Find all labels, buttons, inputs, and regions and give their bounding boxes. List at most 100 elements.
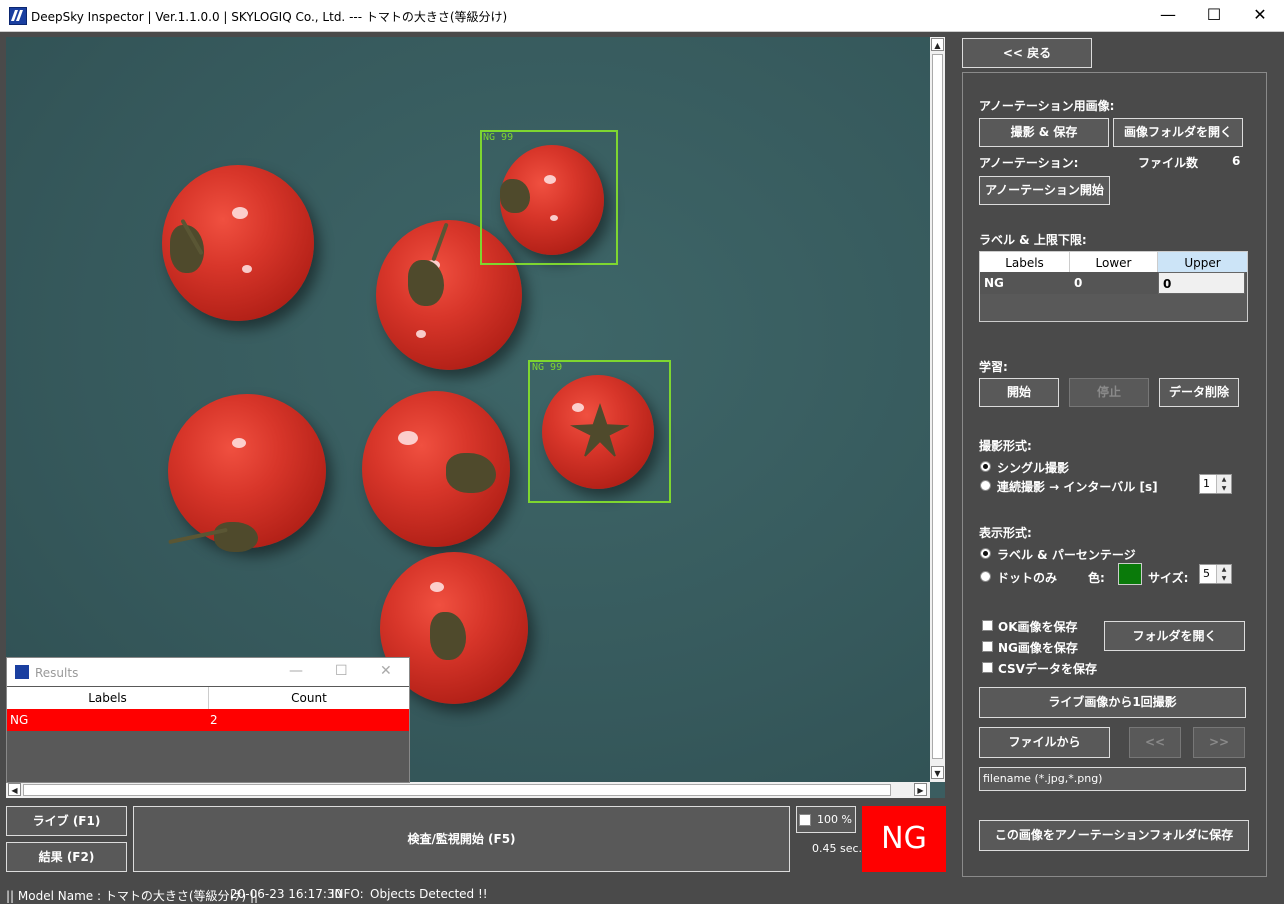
label-percentage-radio[interactable] <box>980 548 991 559</box>
annotation-start-button[interactable]: アノーテーション開始 <box>979 176 1110 205</box>
prev-image-button[interactable]: << <box>1129 727 1181 758</box>
next-image-button[interactable]: >> <box>1193 727 1245 758</box>
stepper-up-icon[interactable]: ▲ <box>1216 475 1231 484</box>
single-capture-radio[interactable] <box>980 461 991 472</box>
save-ok-label: OK画像を保存 <box>998 620 1078 634</box>
display-mode-heading: 表示形式: <box>979 526 1032 540</box>
label-percentage-label: ラベル & パーセンテージ <box>997 548 1136 562</box>
minimize-button[interactable]: — <box>1145 0 1191 31</box>
label-limits-heading: ラベル & 上限下限: <box>979 233 1087 247</box>
model-name: || Model Name : トマトの大きさ(等級分け) || <box>6 889 259 903</box>
grid-cell-upper[interactable]: 0 <box>1158 272 1245 294</box>
close-button[interactable]: ✕ <box>1237 0 1283 31</box>
train-stop-button[interactable]: 停止 <box>1069 378 1149 407</box>
status-timestamp: 20-06-23 16:17:30 <box>230 887 343 901</box>
size-label: サイズ: <box>1148 571 1189 585</box>
inspect-start-button[interactable]: 検査/監視開始 (F5) <box>133 806 790 872</box>
scroll-left-arrow-icon[interactable]: ◀ <box>8 783 21 796</box>
title-bar: DeepSky Inspector | Ver.1.1.0.0 | SKYLOG… <box>0 0 1284 32</box>
save-csv-checkbox[interactable] <box>982 662 993 673</box>
close-button[interactable]: ✕ <box>380 663 392 679</box>
annotation-image-heading: アノーテーション用画像: <box>979 99 1115 113</box>
scroll-down-arrow-icon[interactable]: ▼ <box>931 766 944 779</box>
interval-stepper[interactable]: 1 ▲ ▼ <box>1199 474 1232 494</box>
live-capture-once-button[interactable]: ライブ画像から1回撮影 <box>979 687 1246 718</box>
app-logo-icon <box>9 7 27 25</box>
capture-save-button[interactable]: 撮影 & 保存 <box>979 118 1109 147</box>
processing-time: 0.45 sec. <box>812 842 863 855</box>
color-label: 色: <box>1088 571 1105 585</box>
annotation-heading: アノーテーション: <box>979 156 1079 170</box>
save-ng-label: NG画像を保存 <box>998 641 1078 655</box>
verdict-badge: NG <box>862 806 946 872</box>
detection-box <box>528 360 671 503</box>
maximize-button[interactable]: ☐ <box>1191 0 1237 31</box>
results-window[interactable]: Results — ☐ ✕ Labels Count NG 2 <box>6 657 410 783</box>
tomato <box>162 165 314 321</box>
save-to-annotation-folder-button[interactable]: この画像をアノーテーションフォルダに保存 <box>979 820 1249 851</box>
scroll-thumb[interactable] <box>23 784 891 796</box>
continuous-capture-label: 連続撮影 → インターバル [s] <box>997 480 1158 494</box>
results-title-bar[interactable]: Results — ☐ ✕ <box>7 658 409 686</box>
label-limits-grid[interactable]: Labels Lower Upper NG 0 0 <box>979 251 1248 322</box>
grid-cell-label[interactable]: NG <box>980 272 1070 294</box>
stepper-up-icon[interactable]: ▲ <box>1216 565 1231 574</box>
zoom-toggle[interactable]: 100 % <box>796 806 856 833</box>
zoom-checkbox[interactable] <box>799 814 811 826</box>
window-title: DeepSky Inspector | Ver.1.1.0.0 | SKYLOG… <box>31 10 508 24</box>
capture-mode-heading: 撮影形式: <box>979 439 1032 453</box>
results-table-header: Labels Count <box>7 687 409 709</box>
live-button[interactable]: ライブ (F1) <box>6 806 127 836</box>
row-count: 2 <box>210 713 218 727</box>
stepper-down-icon[interactable]: ▼ <box>1216 574 1231 583</box>
status-bar: || Model Name : トマトの大きさ(等級分け) || 20-06-2… <box>0 883 1284 904</box>
vertical-scrollbar[interactable]: ▲ ▼ <box>930 37 945 782</box>
grid-cell-lower[interactable]: 0 <box>1070 272 1158 294</box>
app-logo-icon <box>15 665 29 679</box>
column-header-labels: Labels <box>88 691 127 705</box>
results-button[interactable]: 結果 (F2) <box>6 842 127 872</box>
file-count-label: ファイル数 <box>1138 156 1199 170</box>
maximize-button[interactable]: ☐ <box>335 663 348 679</box>
train-start-button[interactable]: 開始 <box>979 378 1059 407</box>
grid-header-upper: Upper <box>1158 252 1247 272</box>
scroll-right-arrow-icon[interactable]: ▶ <box>914 783 927 796</box>
table-row[interactable]: NG 2 <box>7 709 409 731</box>
grid-header-lower: Lower <box>1070 252 1158 272</box>
dot-only-label: ドットのみ <box>997 571 1058 585</box>
zoom-label: 100 % <box>817 813 852 826</box>
scroll-up-arrow-icon[interactable]: ▲ <box>931 38 944 51</box>
save-ng-checkbox[interactable] <box>982 641 993 652</box>
back-button[interactable]: << 戻る <box>962 38 1092 68</box>
minimize-button[interactable]: — <box>289 663 303 679</box>
save-csv-label: CSVデータを保存 <box>998 662 1097 676</box>
delete-data-button[interactable]: データ削除 <box>1159 378 1239 407</box>
interval-value: 1 <box>1203 477 1210 490</box>
continuous-capture-radio[interactable] <box>980 480 991 491</box>
save-ok-checkbox[interactable] <box>982 620 993 631</box>
detection-box <box>480 130 618 265</box>
grid-header-labels: Labels <box>980 252 1070 272</box>
horizontal-scrollbar[interactable]: ◀ ▶ <box>6 782 930 798</box>
filename-field[interactable]: filename (*.jpg,*.png) <box>979 767 1246 791</box>
size-stepper[interactable]: 5 ▲ ▼ <box>1199 564 1232 584</box>
tomato <box>168 394 326 552</box>
scroll-thumb[interactable] <box>932 54 943 759</box>
training-heading: 学習: <box>979 360 1008 374</box>
open-image-folder-button[interactable]: 画像フォルダを開く <box>1113 118 1243 147</box>
size-value: 5 <box>1203 567 1210 580</box>
detection-label: NG 99 <box>483 132 514 143</box>
column-header-count: Count <box>291 691 327 705</box>
open-folder-button[interactable]: フォルダを開く <box>1104 621 1245 651</box>
file-count-value: 6 <box>1232 154 1241 168</box>
row-label: NG <box>10 713 29 727</box>
results-title: Results <box>35 666 79 680</box>
info-label: INFO: <box>331 887 364 901</box>
dot-only-radio[interactable] <box>980 571 991 582</box>
color-swatch[interactable] <box>1118 563 1142 585</box>
single-capture-label: シングル撮影 <box>997 461 1070 475</box>
info-message: Objects Detected !! <box>370 887 488 901</box>
detection-label: NG 99 <box>532 362 563 373</box>
from-file-button[interactable]: ファイルから <box>979 727 1110 758</box>
stepper-down-icon[interactable]: ▼ <box>1216 484 1231 493</box>
